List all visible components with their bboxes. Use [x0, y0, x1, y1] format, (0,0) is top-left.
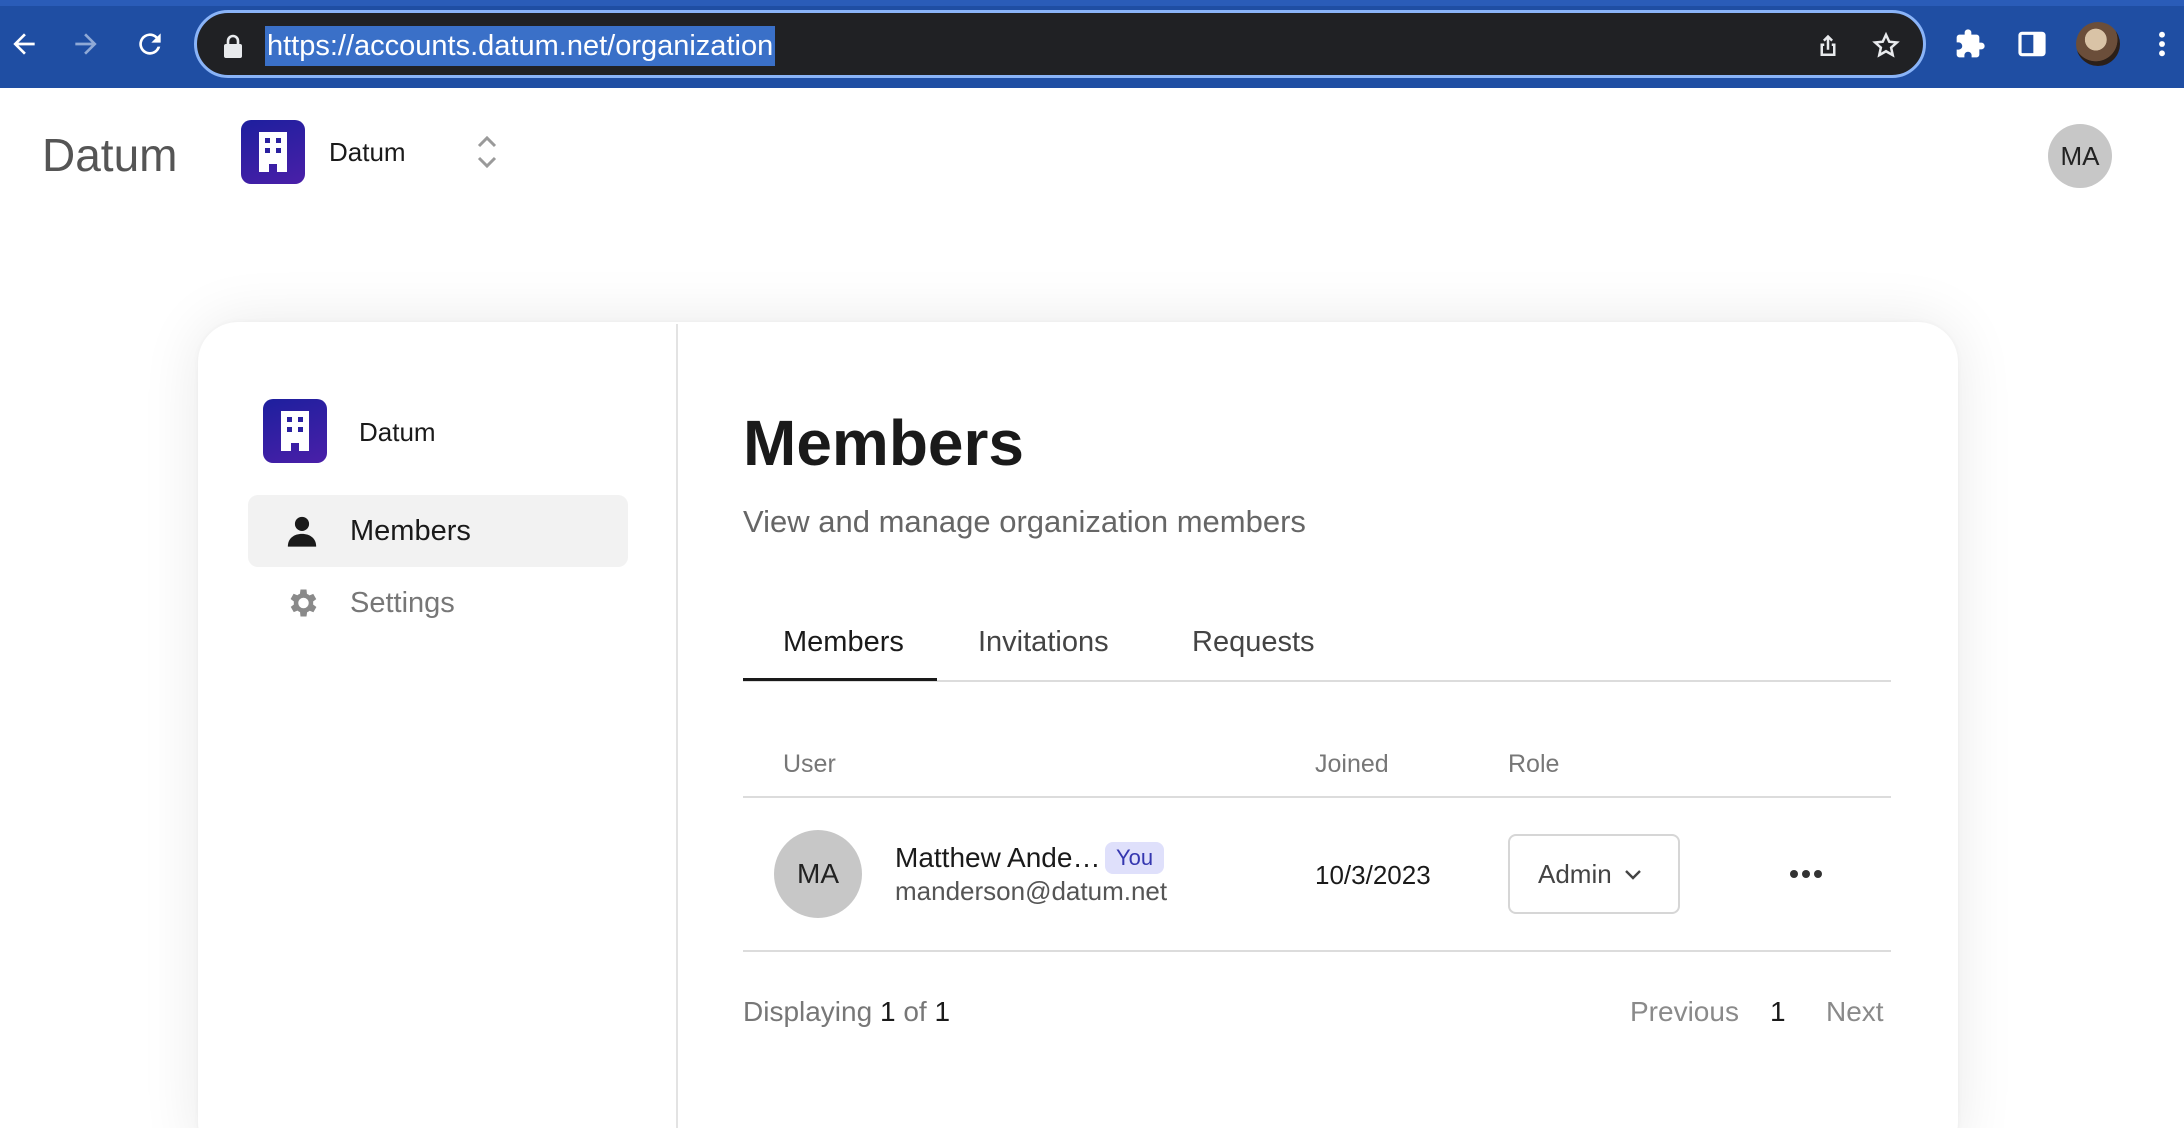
forward-button[interactable] — [64, 22, 108, 66]
member-email: manderson@datum.net — [895, 876, 1168, 906]
building-icon — [259, 132, 287, 172]
tab-requests[interactable]: Requests — [1192, 626, 1315, 659]
star-icon — [1872, 31, 1900, 58]
puzzle-icon — [1956, 29, 1985, 58]
side-panel-button[interactable] — [2010, 22, 2054, 66]
member-name: Matthew Ande… — [895, 842, 1101, 873]
org-logo — [241, 120, 305, 184]
more-horizontal-icon — [1790, 870, 1822, 878]
table-header-divider — [743, 796, 1891, 798]
arrow-right-icon — [75, 33, 97, 55]
sidebar-org-logo — [263, 399, 327, 463]
role-select[interactable]: Admin — [1508, 834, 1680, 914]
member-avatar: MA — [774, 830, 862, 918]
page-title: Members — [743, 407, 1024, 479]
org-switcher-toggle[interactable] — [474, 132, 500, 177]
org-switcher-name[interactable]: Datum — [329, 137, 406, 168]
sidebar-item-settings[interactable]: Settings — [248, 567, 628, 639]
extensions-button[interactable] — [1948, 22, 1992, 66]
sidebar-org-name: Datum — [359, 417, 436, 447]
role-select-value: Admin — [1538, 858, 1612, 889]
previous-page-button[interactable]: Previous — [1630, 996, 1739, 1028]
members-tabs — [743, 612, 1891, 682]
column-header-user: User — [783, 750, 836, 778]
tab-members[interactable]: Members — [783, 626, 904, 659]
reload-icon — [139, 33, 161, 55]
share-button[interactable] — [1809, 27, 1847, 65]
member-actions-button[interactable] — [1786, 860, 1826, 888]
column-header-joined: Joined — [1315, 750, 1389, 778]
kebab-menu-icon — [2159, 31, 2165, 57]
share-icon — [1820, 34, 1836, 56]
pagination-current: 1 — [879, 996, 896, 1027]
browser-profile-avatar[interactable] — [2076, 22, 2120, 66]
lock-icon — [224, 34, 242, 58]
side-panel-icon — [2018, 31, 2046, 57]
page-number-button[interactable]: 1 — [1770, 996, 1786, 1028]
chevron-down-icon — [1624, 870, 1641, 880]
user-avatar[interactable]: MA — [2048, 124, 2112, 188]
app-brand[interactable]: Datum — [42, 128, 177, 182]
chevron-up-down-icon — [477, 135, 497, 169]
page-subtitle: View and manage organization members — [743, 504, 1306, 539]
sidebar-item-label: Settings — [350, 586, 455, 619]
you-badge: You — [1105, 842, 1165, 874]
active-tab-indicator — [743, 678, 937, 681]
tab-invitations[interactable]: Invitations — [978, 626, 1109, 659]
sidebar-divider — [676, 324, 678, 1128]
building-icon — [281, 411, 309, 451]
pagination-of: of — [903, 996, 927, 1027]
tab-strip-edge — [0, 0, 2184, 6]
url-text[interactable]: https://accounts.datum.net/organization — [265, 26, 776, 66]
gear-icon — [282, 583, 322, 623]
person-icon — [282, 511, 322, 551]
pagination-total: 1 — [934, 996, 951, 1027]
browser-toolbar: https://accounts.datum.net/organization — [0, 0, 2184, 88]
next-page-button[interactable]: Next — [1826, 996, 1884, 1028]
bookmark-button[interactable] — [1867, 27, 1905, 65]
pagination-summary: Displaying 1 of 1 — [743, 996, 950, 1028]
pagination-prefix: Displaying — [743, 996, 873, 1027]
reload-button[interactable] — [128, 22, 172, 66]
arrow-left-icon — [13, 33, 35, 55]
browser-menu-button[interactable] — [2140, 22, 2184, 66]
table-row-divider — [743, 950, 1891, 952]
column-header-role: Role — [1508, 750, 1560, 778]
sidebar-item-members[interactable]: Members — [248, 495, 628, 567]
address-bar[interactable]: https://accounts.datum.net/organization — [194, 10, 1926, 78]
member-joined-date: 10/3/2023 — [1315, 860, 1431, 890]
back-button[interactable] — [2, 22, 46, 66]
sidebar-item-label: Members — [350, 514, 471, 547]
